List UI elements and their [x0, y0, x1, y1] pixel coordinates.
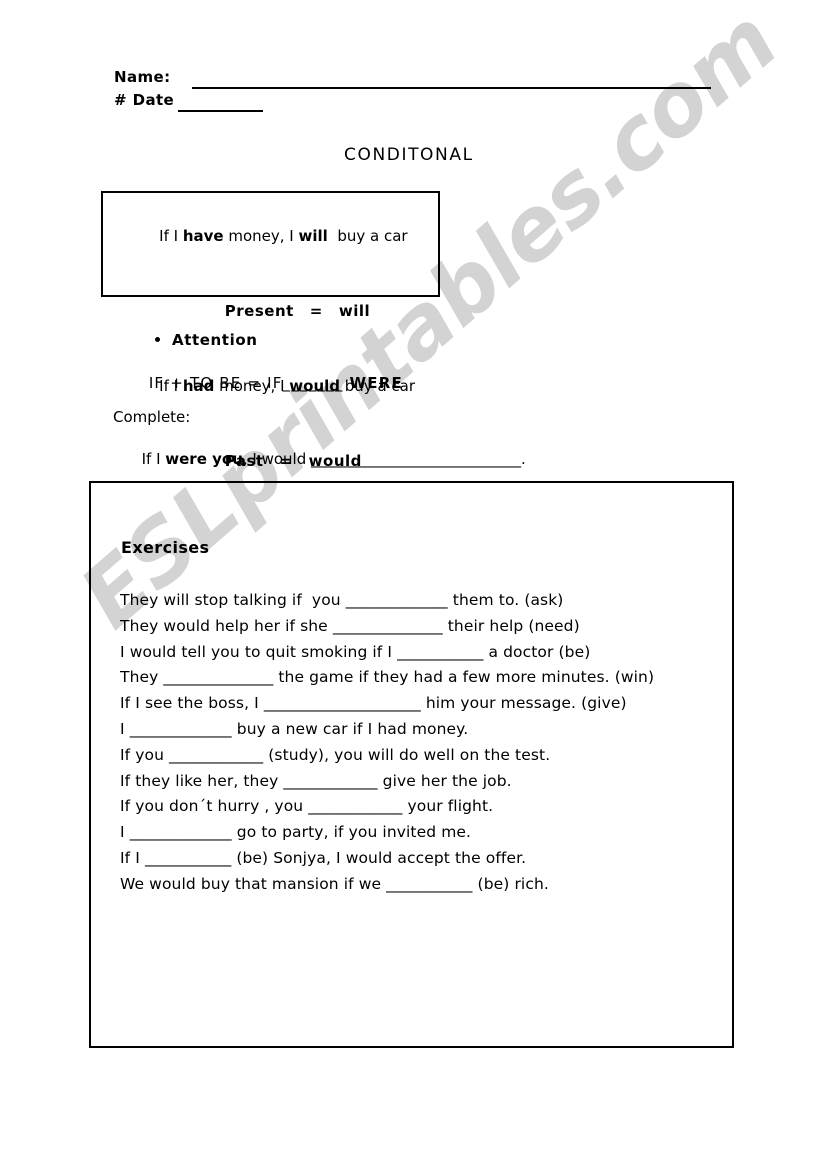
rule-present-modal: will — [298, 227, 328, 245]
rule-present-tense: Present — [224, 302, 294, 320]
rule-present-result: will — [338, 302, 371, 320]
bullet-icon — [155, 336, 160, 342]
conditional-rule-box: If I have money, I will buy a car Presen… — [101, 191, 440, 470]
list-item[interactable]: If they like her, they ____________ give… — [120, 769, 724, 795]
list-item[interactable]: We would buy that mansion if we ________… — [120, 872, 724, 898]
attention-formula-pre: IF + TO BE = IF — [148, 374, 283, 392]
exercises-box: Exercises They will stop talking if you … — [89, 481, 734, 1048]
attention-formula-blank[interactable]: _______ — [283, 374, 344, 392]
complete-bold: were you — [165, 450, 243, 468]
complete-end: . — [521, 450, 526, 468]
complete-blank[interactable]: ____________________________ — [311, 450, 521, 468]
attention-formula: IF + TO BE = IF_______ WERE — [113, 356, 403, 410]
worksheet-page: ESLprintables.com Name: # Date CONDITONA… — [0, 0, 821, 1169]
list-item[interactable]: They ______________ the game if they had… — [120, 665, 724, 691]
complete-mid: , I would — [242, 450, 312, 468]
list-item[interactable]: If I ___________ (be) Sonjya, I would ac… — [120, 846, 724, 872]
list-item[interactable]: I _____________ go to party, if you invi… — [120, 820, 724, 846]
page-title: CONDITONAL — [344, 145, 474, 165]
list-item[interactable]: If you ____________ (study), you will do… — [120, 743, 724, 769]
exercises-list: They will stop talking if you __________… — [120, 588, 724, 898]
complete-pre: If I — [141, 450, 166, 468]
list-item[interactable]: If you don´t hurry , you ____________ yo… — [120, 794, 724, 820]
rule-present-post: buy a car — [327, 227, 408, 245]
rule-present-equals: = — [309, 302, 323, 320]
name-label: Name: — [114, 68, 171, 86]
rule-present-mid: money, I — [223, 227, 299, 245]
date-blank-line[interactable] — [178, 110, 263, 112]
list-item[interactable]: I _____________ buy a new car if I had m… — [120, 717, 724, 743]
attention-formula-were: WERE — [349, 374, 403, 392]
list-item[interactable]: I would tell you to quit smoking if I __… — [120, 640, 724, 666]
attention-heading-row: Attention — [155, 331, 258, 349]
date-label: # Date — [114, 91, 175, 109]
rule-present-verb: have — [182, 227, 224, 245]
rule-present-sentence: If I have money, I will buy a car — [103, 199, 438, 274]
complete-label: Complete: — [113, 408, 191, 426]
list-item[interactable]: If I see the boss, I ___________________… — [120, 691, 724, 717]
list-item[interactable]: They would help her if she _____________… — [120, 614, 724, 640]
exercises-title: Exercises — [121, 538, 210, 557]
complete-sentence: If I were you, I would _________________… — [113, 432, 526, 486]
list-item[interactable]: They will stop talking if you __________… — [120, 588, 724, 614]
rule-present-mapping: Present = will — [103, 274, 438, 349]
attention-heading: Attention — [172, 331, 258, 349]
name-blank-line[interactable] — [192, 87, 711, 89]
rule-present-pre: If I — [159, 227, 183, 245]
